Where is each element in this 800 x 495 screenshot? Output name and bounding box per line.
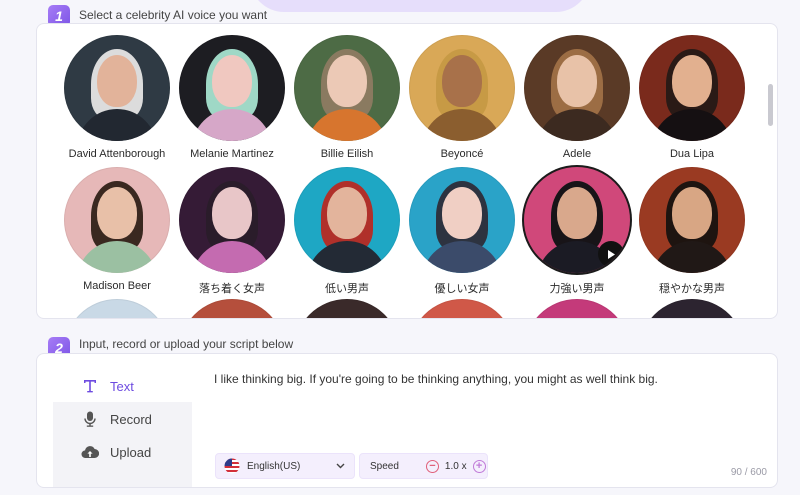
voice-avatar [409, 35, 515, 141]
voice-card-partial[interactable] [287, 299, 407, 318]
voice-card-partial[interactable] [632, 299, 752, 318]
voice-card[interactable]: 落ち着く女声 [172, 167, 292, 296]
voice-card[interactable]: Adele [517, 35, 637, 160]
language-value: English(US) [247, 460, 301, 472]
voice-name: Beyoncé [440, 148, 484, 160]
tab-upload[interactable]: Upload [53, 436, 192, 468]
voice-card[interactable]: 優しい女声 [402, 167, 522, 296]
voice-avatar [524, 35, 630, 141]
voice-card[interactable]: Beyoncé [402, 35, 522, 160]
voice-name: 穏やかな男声 [659, 283, 725, 295]
voice-card-partial[interactable] [57, 299, 177, 318]
play-icon[interactable] [598, 241, 624, 267]
cloud-upload-icon [81, 445, 99, 459]
scrollbar[interactable] [768, 84, 773, 126]
voice-avatar [639, 299, 745, 318]
voice-avatar [179, 35, 285, 141]
tab-record[interactable]: Record [53, 403, 192, 435]
voice-avatar [294, 167, 400, 273]
voice-card-partial[interactable] [172, 299, 292, 318]
voice-avatar [524, 299, 630, 318]
voice-avatar [294, 35, 400, 141]
speed-label: Speed [370, 460, 399, 472]
voice-avatar [524, 167, 630, 273]
voice-name: Adele [562, 148, 592, 160]
character-count: 90 / 600 [730, 467, 767, 478]
speed-value: 1.0 x [444, 460, 467, 472]
voice-card[interactable]: David Attenborough [57, 35, 177, 160]
tab-upload-label: Upload [110, 444, 152, 460]
speed-control: Speed − 1.0 x + [359, 453, 488, 479]
voice-card-partial[interactable] [517, 299, 637, 318]
speed-increase-button[interactable]: + [472, 459, 486, 473]
speed-decrease-button[interactable]: − [425, 459, 439, 473]
voice-card[interactable]: Melanie Martinez [172, 35, 292, 160]
voice-card[interactable]: Billie Eilish [287, 35, 407, 160]
voice-avatar [639, 35, 745, 141]
input-mode-tabs: Text Record Upload [53, 370, 192, 487]
voice-card[interactable]: 穏やかな男声 [632, 167, 752, 296]
voice-avatar [409, 167, 515, 273]
voice-name: 落ち着く女声 [199, 283, 265, 295]
voice-avatar [409, 299, 515, 318]
voice-name: Madison Beer [83, 280, 151, 292]
script-input-panel: Text Record Upload I like thinking big. … [36, 353, 778, 488]
voice-name: 低い男声 [325, 283, 369, 295]
voice-avatar [64, 299, 170, 318]
chevron-down-icon [336, 463, 345, 469]
voice-name: David Attenborough [68, 148, 166, 160]
voice-avatar [639, 167, 745, 273]
language-select[interactable]: English(US) [215, 453, 355, 479]
voice-card-partial[interactable] [402, 299, 522, 318]
voice-card[interactable]: Dua Lipa [632, 35, 752, 160]
voice-selection-panel: David Attenborough Melanie Martinez Billie… [36, 23, 778, 319]
voice-avatar [179, 299, 285, 318]
voice-avatar [64, 35, 170, 141]
text-icon [81, 379, 99, 393]
voice-avatar [179, 167, 285, 273]
voice-card[interactable]: 力強い男声 [517, 167, 637, 296]
voice-name: Melanie Martinez [190, 148, 274, 160]
voice-name: 力強い男声 [549, 283, 605, 295]
microphone-icon [81, 411, 99, 427]
tab-text[interactable]: Text [53, 370, 192, 402]
us-flag-icon [224, 458, 240, 474]
voice-name: Dua Lipa [669, 148, 715, 160]
top-decoration [250, 0, 590, 12]
step-2-title: Input, record or upload your script belo… [79, 337, 294, 351]
voice-card[interactable]: 低い男声 [287, 167, 407, 296]
step-1-title: Select a celebrity AI voice you want [79, 8, 268, 22]
voice-avatar [294, 299, 400, 318]
voice-avatar [64, 167, 170, 273]
voice-name: Billie Eilish [320, 148, 374, 160]
tab-text-label: Text [110, 378, 134, 394]
tab-record-label: Record [110, 411, 152, 427]
voice-name: 優しい女声 [434, 283, 490, 295]
script-textarea[interactable]: I like thinking big. If you're going to … [214, 372, 658, 386]
voice-card[interactable]: Madison Beer [57, 167, 177, 292]
